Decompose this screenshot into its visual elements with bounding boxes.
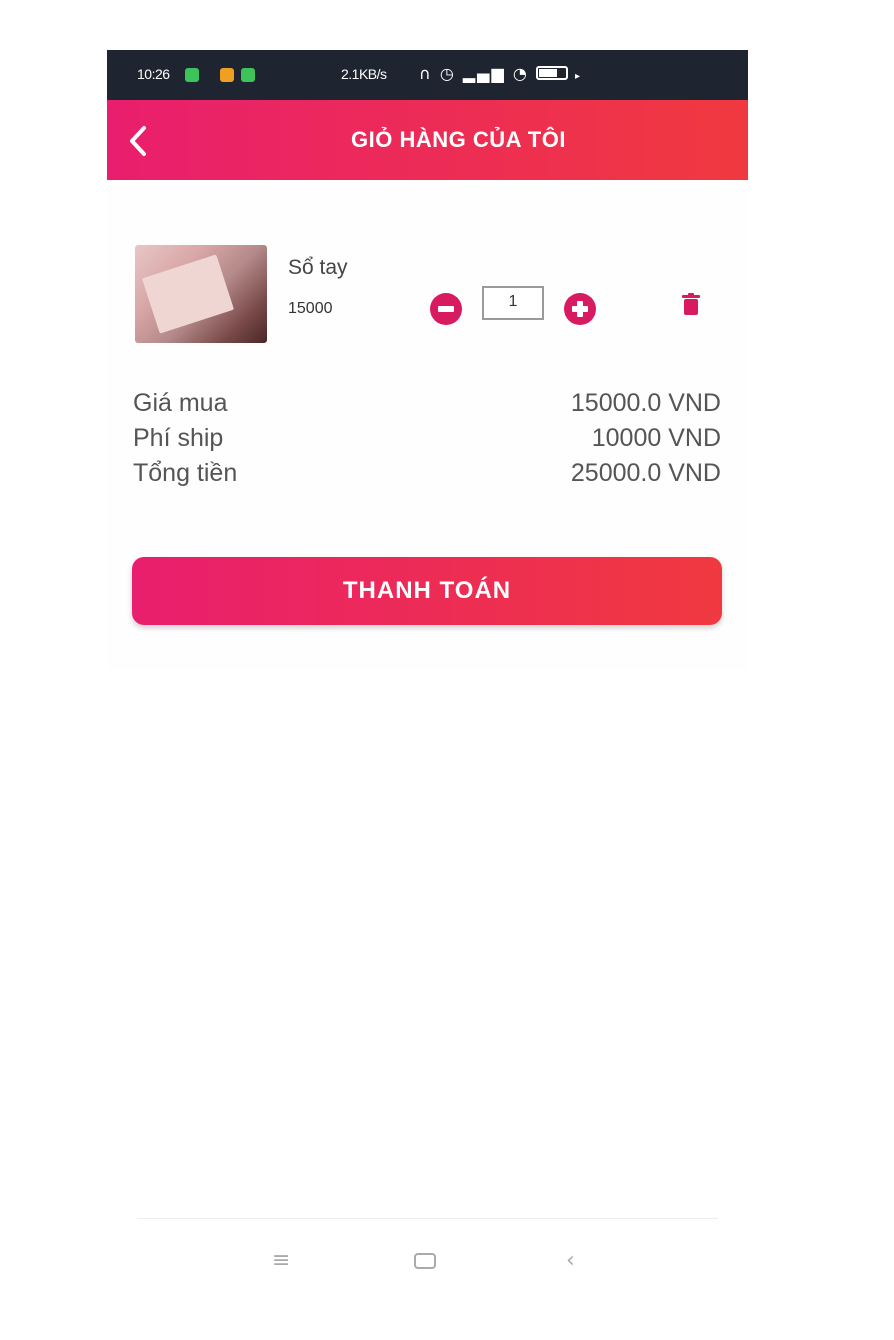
minus-icon <box>438 306 454 312</box>
summary-label: Tổng tiền <box>133 459 238 487</box>
app-bar: GIỎ HÀNG CỦA TÔI <box>107 100 748 180</box>
phone-screen: 10:26 2.1KB/s ∩ ◷ ▂▄▆ ◔ ▸ GIỎ HÀNG CỦA T… <box>107 50 748 1340</box>
headphones-icon: ∩ <box>419 64 433 83</box>
signal-icon: ▂▄▆ <box>462 64 506 83</box>
battery-tip-icon: ▸ <box>575 71 583 82</box>
notification-app-icon <box>241 68 255 82</box>
summary-row-subtotal: Giá mua 15000.0 VND <box>133 389 721 423</box>
home-square-icon <box>414 1253 436 1269</box>
nav-back-icon[interactable]: ‹ <box>566 1248 575 1273</box>
battery-icon <box>535 65 568 80</box>
summary-value: 10000 VND <box>591 424 721 452</box>
status-time: 10:26 <box>137 66 170 82</box>
page-title: GIỎ HÀNG CỦA TÔI <box>351 127 566 152</box>
summary-row-shipping: Phí ship 10000 VND <box>133 424 721 458</box>
plus-icon <box>572 301 588 317</box>
product-name: Sổ tay <box>288 256 348 279</box>
delete-item-button[interactable] <box>682 293 700 315</box>
product-image-detail <box>141 254 235 334</box>
wifi-icon: ◔ <box>512 64 529 83</box>
quantity-input[interactable]: 1 <box>482 286 544 320</box>
home-icon[interactable] <box>413 1248 437 1276</box>
status-bar: 10:26 2.1KB/s ∩ ◷ ▂▄▆ ◔ ▸ <box>107 50 748 100</box>
product-price: 15000 <box>288 300 333 317</box>
status-icons: ∩ ◷ ▂▄▆ ◔ ▸ <box>419 64 582 83</box>
checkout-button[interactable]: THANH TOÁN <box>132 557 722 625</box>
trash-icon <box>682 293 700 315</box>
notification-app-icon <box>220 68 234 82</box>
decrease-quantity-button[interactable] <box>430 293 462 325</box>
notification-app-icon <box>185 68 199 82</box>
menu-icon[interactable]: ≡ <box>272 1248 290 1273</box>
nav-divider <box>137 1218 718 1219</box>
increase-quantity-button[interactable] <box>564 293 596 325</box>
network-speed: 2.1KB/s <box>341 66 387 82</box>
summary-label: Giá mua <box>133 389 228 417</box>
summary-row-total: Tổng tiền 25000.0 VND <box>133 459 721 493</box>
summary-value: 25000.0 VND <box>570 459 721 487</box>
alarm-icon: ◷ <box>439 64 456 83</box>
system-nav-bar: ≡ ‹ <box>107 1218 748 1298</box>
product-image <box>135 245 267 343</box>
summary-label: Phí ship <box>133 424 224 452</box>
summary-value: 15000.0 VND <box>570 389 721 417</box>
